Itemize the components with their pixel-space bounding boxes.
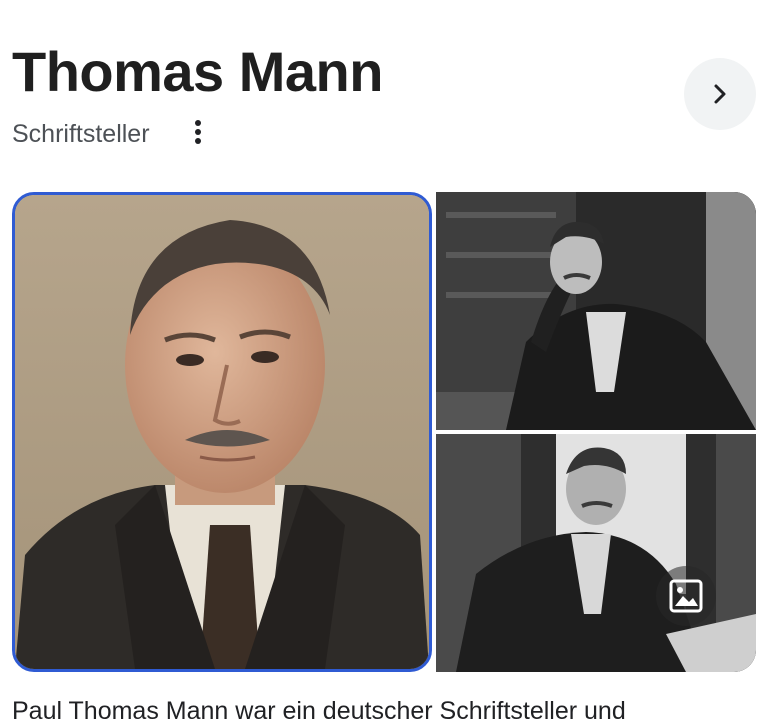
entity-description: Paul Thomas Mann war ein deutscher Schri… (12, 697, 626, 725)
seated-illustration (436, 192, 756, 430)
desk-portrait-image[interactable] (436, 434, 756, 672)
desk-illustration (436, 434, 756, 672)
more-options-button[interactable] (184, 114, 212, 150)
entity-title: Thomas Mann (12, 40, 383, 103)
seated-portrait-image[interactable] (436, 192, 756, 430)
entity-subtitle: Schriftsteller (12, 120, 150, 148)
more-images-button[interactable] (656, 566, 716, 626)
chevron-right-icon (714, 84, 726, 104)
portrait-illustration (15, 195, 429, 669)
more-vert-icon (195, 120, 201, 144)
main-portrait-image[interactable] (12, 192, 432, 672)
next-button[interactable] (684, 58, 756, 130)
image-icon (669, 579, 703, 613)
